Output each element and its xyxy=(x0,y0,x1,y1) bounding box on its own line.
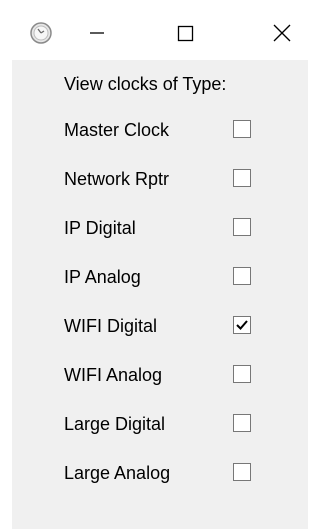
option-ip-analog[interactable]: IP Analog xyxy=(12,263,308,291)
option-ip-digital[interactable]: IP Digital xyxy=(12,214,308,242)
option-network-rptr[interactable]: Network Rptr xyxy=(12,165,308,193)
option-large-analog[interactable]: Large Analog xyxy=(12,459,308,487)
option-large-digital[interactable]: Large Digital xyxy=(12,410,308,438)
window-edge xyxy=(308,60,327,529)
minimize-icon xyxy=(90,32,104,34)
options-panel: View clocks of Type: Master Clock Networ… xyxy=(12,60,308,529)
close-icon xyxy=(273,24,291,42)
option-label: IP Digital xyxy=(64,218,136,238)
option-label: Network Rptr xyxy=(64,169,170,189)
wifi-digital-checkbox[interactable] xyxy=(233,316,251,334)
option-label: WIFI Analog xyxy=(64,365,163,385)
clock-type-window: View clocks of Type: Master Clock Networ… xyxy=(0,0,327,529)
network-rptr-checkbox[interactable] xyxy=(233,169,251,187)
close-button[interactable] xyxy=(259,14,305,52)
ip-analog-checkbox[interactable] xyxy=(233,267,251,285)
title-bar[interactable] xyxy=(0,0,327,60)
large-digital-checkbox[interactable] xyxy=(233,414,251,432)
ip-digital-checkbox[interactable] xyxy=(233,218,251,236)
option-label: Large Digital xyxy=(64,414,166,434)
master-clock-checkbox[interactable] xyxy=(233,120,251,138)
option-label: IP Analog xyxy=(64,267,141,287)
maximize-icon xyxy=(177,25,194,42)
option-master-clock[interactable]: Master Clock xyxy=(12,116,308,144)
wifi-analog-checkbox[interactable] xyxy=(233,365,251,383)
option-label: Large Analog xyxy=(64,463,171,483)
clock-icon[interactable] xyxy=(30,22,52,44)
option-label: WIFI Digital xyxy=(64,316,158,336)
view-type-heading: View clocks of Type: xyxy=(64,74,227,94)
option-label: Master Clock xyxy=(64,120,170,140)
option-wifi-analog[interactable]: WIFI Analog xyxy=(12,361,308,389)
maximize-button[interactable] xyxy=(162,14,208,52)
minimize-button[interactable] xyxy=(74,14,120,52)
option-wifi-digital[interactable]: WIFI Digital xyxy=(12,312,308,340)
large-analog-checkbox[interactable] xyxy=(233,463,251,481)
